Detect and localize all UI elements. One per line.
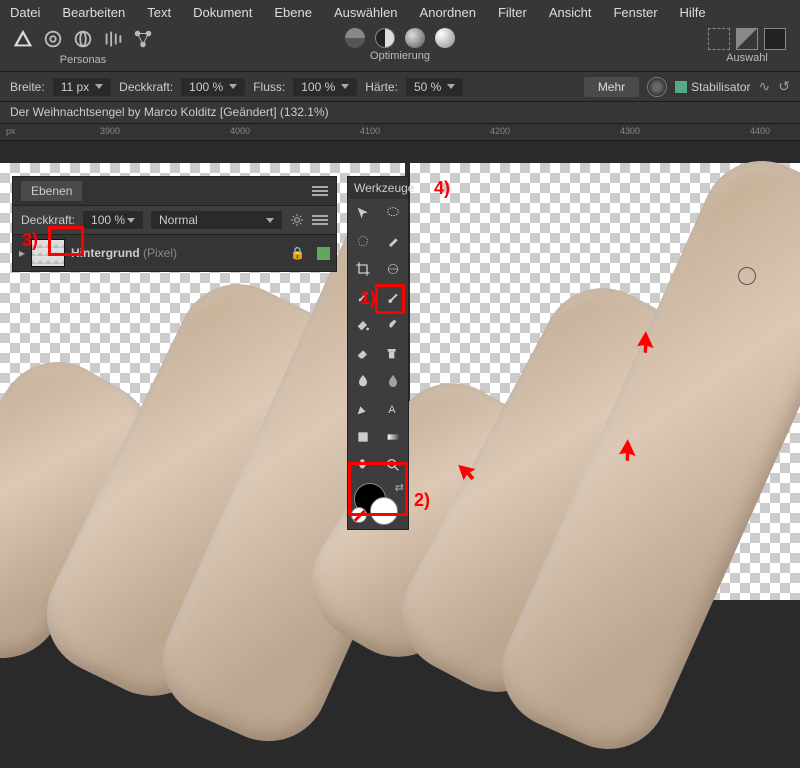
flow-label: Fluss: — [253, 80, 285, 94]
move-tool-icon[interactable] — [348, 199, 378, 227]
rope-stabilizer-icon[interactable]: ∿ — [759, 78, 771, 95]
more-button[interactable]: Mehr — [584, 77, 639, 97]
canvas-right[interactable] — [410, 163, 800, 600]
persona-liquify-icon[interactable] — [42, 28, 64, 50]
width-field[interactable]: 11 px — [53, 78, 111, 96]
svg-text:A: A — [388, 404, 396, 416]
crop-tool-icon[interactable] — [348, 255, 378, 283]
layers-tab[interactable]: Ebenen — [21, 181, 82, 201]
brush-preview-icon[interactable] — [647, 77, 667, 97]
menubar: Datei Bearbeiten Text Dokument Ebene Aus… — [0, 0, 800, 24]
annotation-3: 3) — [22, 230, 38, 251]
menu-text[interactable]: Text — [147, 5, 171, 20]
gradient-tool-icon[interactable] — [378, 423, 408, 451]
layer-opacity-label: Deckkraft: — [21, 213, 75, 227]
menu-ebene[interactable]: Ebene — [274, 5, 312, 20]
pen-tool-icon[interactable] — [348, 395, 378, 423]
opt-light-icon[interactable] — [435, 28, 455, 48]
hand-tool-icon[interactable] — [348, 451, 378, 479]
selection-brush-tool-icon[interactable] — [348, 227, 378, 255]
smudge-tool-icon[interactable] — [378, 311, 408, 339]
background-swatch[interactable] — [370, 497, 398, 525]
annotation-2: 2) — [414, 490, 430, 511]
arrow-icon — [636, 330, 662, 362]
persona-develop-icon[interactable] — [72, 28, 94, 50]
menu-anordnen[interactable]: Anordnen — [420, 5, 476, 20]
ruler-tick: 4100 — [360, 126, 380, 136]
opt-soft-icon[interactable] — [405, 28, 425, 48]
brush-cursor-icon — [738, 267, 756, 285]
hardness-field[interactable]: 50 % — [406, 78, 463, 96]
blur-tool-icon[interactable] — [378, 367, 408, 395]
ruler-tick: 4300 — [620, 126, 640, 136]
zoom-tool-icon[interactable] — [378, 451, 408, 479]
menu-filter[interactable]: Filter — [498, 5, 527, 20]
selection-refine-icon[interactable] — [736, 28, 758, 50]
clone-tool-icon[interactable] — [378, 339, 408, 367]
lasso-tool-icon[interactable] — [378, 199, 408, 227]
personas-label: Personas — [60, 54, 106, 66]
ruler-unit: px — [6, 126, 16, 136]
arrow-icon — [618, 438, 644, 470]
ruler-tick: 4000 — [230, 126, 250, 136]
tools-panel: Werkzeuge A ⇄ — [347, 176, 409, 530]
toolbar-top: Personas Optimierung Auswahl — [0, 24, 800, 72]
no-color-swatch[interactable] — [351, 507, 367, 523]
flow-field[interactable]: 100 % — [293, 78, 357, 96]
fill-tool-icon[interactable] — [348, 311, 378, 339]
persona-export-icon[interactable] — [132, 28, 154, 50]
menu-hilfe[interactable]: Hilfe — [680, 5, 706, 20]
layer-opacity-field[interactable]: 100 % — [83, 211, 143, 229]
menu-auswaehlen[interactable]: Auswählen — [334, 5, 398, 20]
selection-marquee-icon[interactable] — [708, 28, 730, 50]
menu-ansicht[interactable]: Ansicht — [549, 5, 592, 20]
tools-title: Werkzeuge — [348, 177, 408, 199]
persona-tonemap-icon[interactable] — [102, 28, 124, 50]
layer-name: Hintergrund — [71, 246, 140, 260]
opacity-field[interactable]: 100 % — [181, 78, 245, 96]
shape-tool-icon[interactable] — [348, 423, 378, 451]
panel-options-icon[interactable] — [312, 215, 328, 225]
visibility-checkbox[interactable] — [317, 247, 330, 260]
stabilizer-checkbox[interactable]: Stabilisator — [675, 79, 750, 94]
color-swatches[interactable]: ⇄ — [348, 479, 408, 529]
opt-levels-icon[interactable] — [345, 28, 365, 48]
opacity-label: Deckkraft: — [119, 80, 173, 94]
hardness-label: Härte: — [365, 80, 398, 94]
width-label: Breite: — [10, 80, 45, 94]
burn-tool-icon[interactable] — [348, 367, 378, 395]
layer-row[interactable]: ▸ Hintergrund (Pixel) 🔒 — [13, 235, 336, 271]
flood-select-tool-icon[interactable] — [378, 227, 408, 255]
menu-bearbeiten[interactable]: Bearbeiten — [62, 5, 125, 20]
erase-tool-icon[interactable] — [348, 339, 378, 367]
annotation-4: 4) — [434, 178, 450, 199]
paint-brush-tool-icon[interactable] — [378, 283, 408, 311]
auswahl-label: Auswahl — [726, 52, 768, 64]
lock-icon[interactable]: 🔒 — [290, 246, 305, 260]
context-toolbar: Breite: 11 px Deckkraft: 100 % Fluss: 10… — [0, 72, 800, 102]
optimierung-label: Optimierung — [370, 50, 430, 62]
gear-icon[interactable] — [290, 213, 304, 227]
swap-colors-icon[interactable]: ⇄ — [395, 481, 404, 494]
ruler-tick: 3900 — [100, 126, 120, 136]
menu-dokument[interactable]: Dokument — [193, 5, 252, 20]
ruler-tick: 4200 — [490, 126, 510, 136]
opt-contrast-icon[interactable] — [375, 28, 395, 48]
text-tool-icon[interactable]: A — [378, 395, 408, 423]
arrow-icon — [456, 454, 482, 486]
menu-datei[interactable]: Datei — [10, 5, 40, 20]
panel-menu-icon[interactable] — [312, 186, 328, 196]
menu-fenster[interactable]: Fenster — [613, 5, 657, 20]
ruler-horizontal: px 3900 4000 4100 4200 4300 4400 — [0, 124, 800, 141]
annotation-1: 1) — [360, 288, 376, 309]
layer-kind: (Pixel) — [143, 246, 177, 260]
develop-tool-icon[interactable] — [378, 255, 408, 283]
blend-mode-field[interactable]: Normal — [151, 211, 282, 229]
ruler-tick: 4400 — [750, 126, 770, 136]
selection-quick-icon[interactable] — [764, 28, 786, 50]
app-logo-icon[interactable] — [12, 28, 34, 50]
window-stabilizer-icon[interactable]: ↺ — [778, 78, 790, 95]
layers-panel: Ebenen Deckkraft: 100 % Normal ▸ Hinterg… — [12, 176, 337, 272]
document-title: Der Weihnachtsengel by Marco Kolditz [Ge… — [0, 102, 800, 124]
